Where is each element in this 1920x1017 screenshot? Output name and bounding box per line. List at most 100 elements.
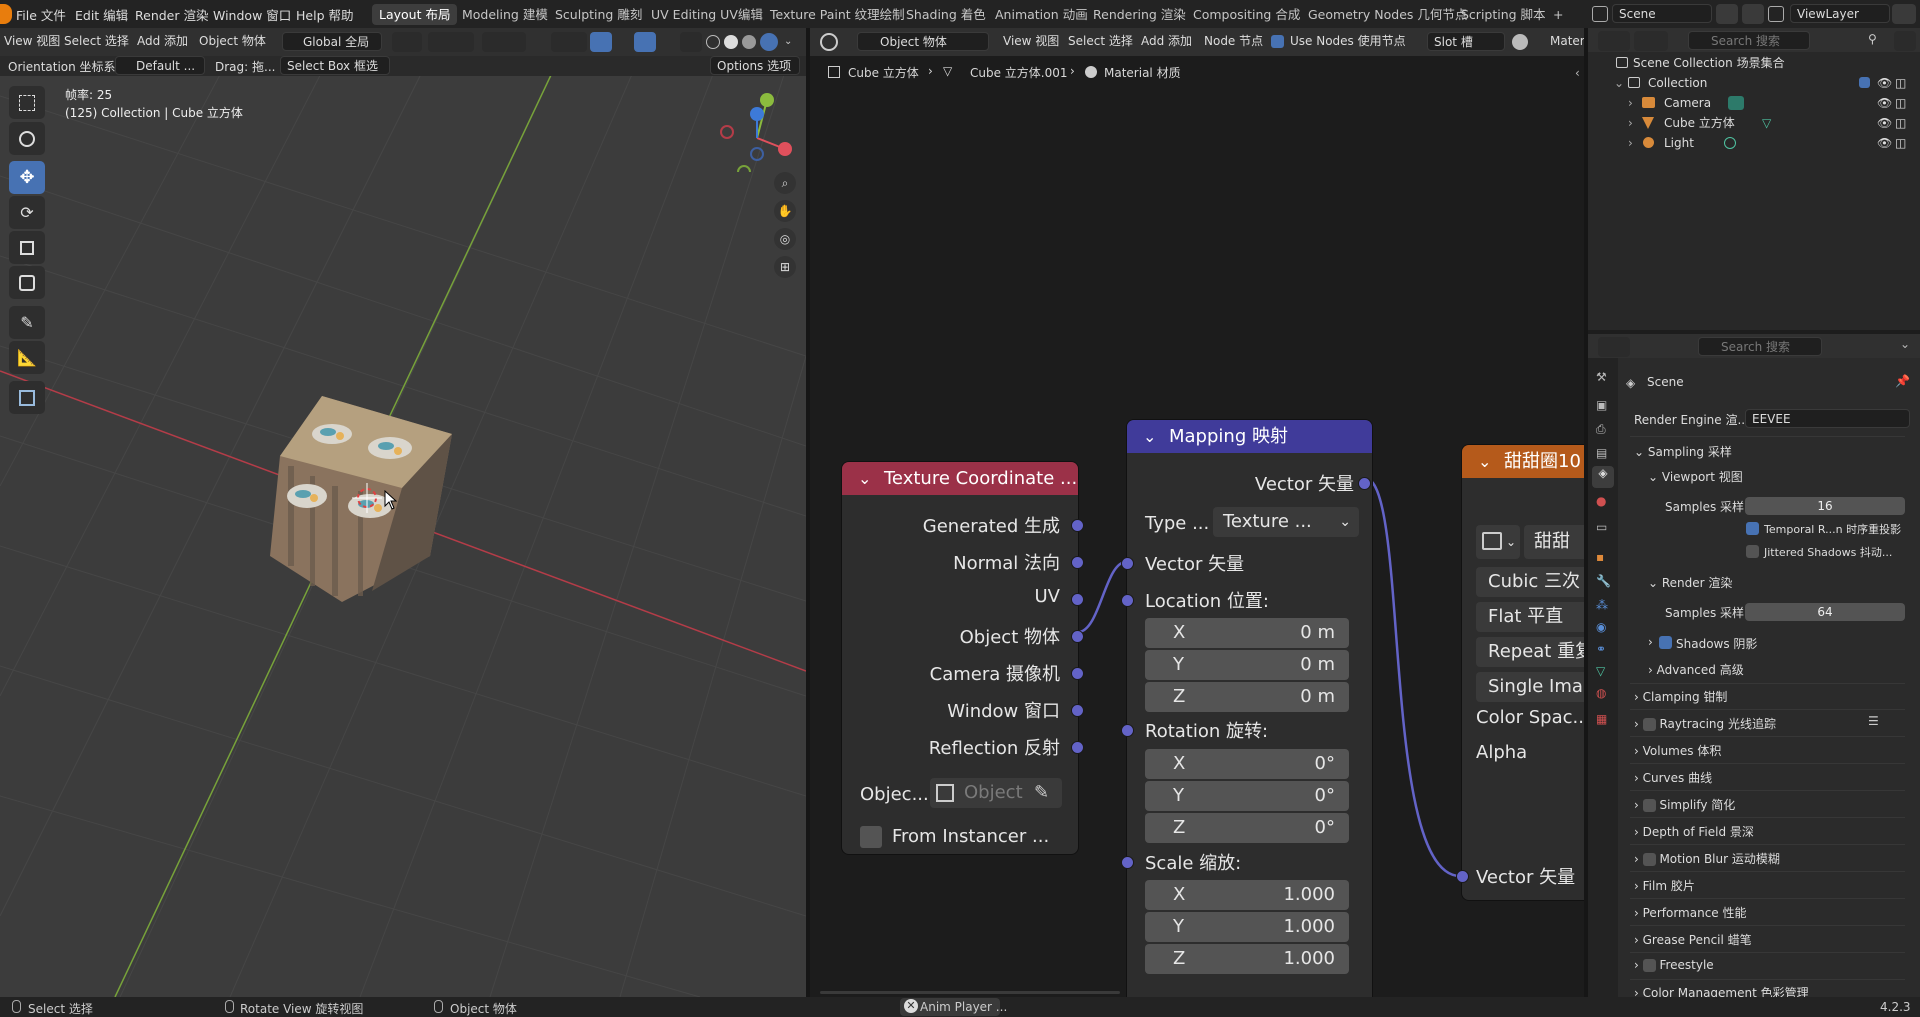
material-icon[interactable]: [1512, 34, 1528, 50]
editor-type-icon[interactable]: [820, 33, 838, 51]
object-tab-icon[interactable]: ▪: [1596, 550, 1604, 564]
menu-help[interactable]: Help 帮助: [296, 5, 353, 24]
panel-motion-blur[interactable]: › Motion Blur 运动模糊: [1634, 850, 1780, 867]
rotation-x-field[interactable]: X 0°: [1145, 749, 1349, 779]
tab-texture-paint[interactable]: Texture Paint 纹理绘制: [763, 4, 912, 25]
xray-icon[interactable]: [680, 32, 702, 52]
expand-chevron-icon[interactable]: ›: [1628, 113, 1633, 133]
texture-tab-icon[interactable]: ▦: [1596, 712, 1607, 726]
viewlayer-selector[interactable]: ViewLayer: [1790, 4, 1890, 23]
collapse-chevron-icon[interactable]: ⌄: [858, 462, 871, 495]
node-menu-select[interactable]: Select 选择: [1064, 31, 1137, 51]
transform-orientation-dropdown[interactable]: Global 全局: [282, 32, 382, 51]
slot-dropdown[interactable]: Slot 槽: [1427, 32, 1505, 51]
mesh-data-icon[interactable]: ▽: [1762, 113, 1771, 133]
outliner-editor-type-icon[interactable]: [1598, 31, 1630, 51]
constraints-tab-icon[interactable]: ⚭: [1596, 642, 1606, 656]
image-texture-header[interactable]: ⌄ 甜甜圈10: [1462, 445, 1584, 478]
add-cube-tool[interactable]: [9, 381, 45, 414]
scale-z-field[interactable]: Z 1.000: [1145, 944, 1349, 974]
zoom-icon[interactable]: ⌕: [774, 172, 796, 194]
outliner-row-cube[interactable]: › Cube 立方体 ▽ 👁 ◫: [1588, 113, 1920, 133]
delete-scene-icon[interactable]: [1742, 4, 1764, 24]
tab-uv-editing[interactable]: UV Editing UV编辑: [644, 4, 770, 25]
proportional-edit-icon[interactable]: [482, 32, 526, 52]
jittered-shadows-checkbox[interactable]: [1746, 545, 1759, 558]
wireframe-shading-icon[interactable]: [706, 35, 720, 49]
tab-sculpting[interactable]: Sculpting 雕刻: [548, 4, 649, 25]
scale-tool[interactable]: [9, 231, 45, 264]
new-collection-icon[interactable]: [1894, 31, 1916, 51]
pin-icon[interactable]: 📌: [1895, 374, 1910, 388]
expand-chevron-icon[interactable]: ›: [1628, 133, 1633, 153]
properties-options-icon[interactable]: ⌄: [1900, 337, 1910, 351]
material-tab-icon[interactable]: ◍: [1596, 686, 1606, 700]
outliner-row-light[interactable]: › Light 👁 ◫: [1588, 133, 1920, 153]
list-options-icon[interactable]: ☰: [1868, 714, 1879, 728]
display-mode-icon[interactable]: [1634, 31, 1668, 51]
image-texture-node[interactable]: ⌄ 甜甜圈10 ⌄ 甜甜 Cubic 三次 Flat 平直 Repeat 重复 …: [1456, 445, 1584, 900]
image-browse-button[interactable]: ⌄: [1476, 525, 1520, 559]
properties-search[interactable]: Search 搜索: [1698, 337, 1822, 356]
tab-compositing[interactable]: Compositing 合成: [1186, 4, 1307, 25]
from-instancer-checkbox[interactable]: [860, 826, 882, 848]
menu-edit[interactable]: Edit 编辑: [75, 5, 128, 24]
tab-rendering[interactable]: Rendering 渲染: [1086, 4, 1193, 25]
eye-icon[interactable]: 👁: [1877, 93, 1892, 113]
raytracing-checkbox[interactable]: [1642, 718, 1656, 731]
render-tab-icon[interactable]: ▣: [1596, 398, 1607, 412]
node-editor-scrollbar[interactable]: [820, 991, 1120, 994]
socket-camera[interactable]: [1071, 667, 1084, 680]
snap-icon[interactable]: [428, 32, 474, 52]
outliner-row-camera[interactable]: › Camera 👁 ◫: [1588, 93, 1920, 113]
overlay-toggle-icon[interactable]: [634, 32, 656, 52]
eye-icon[interactable]: 👁: [1877, 113, 1892, 133]
navigation-gizmo[interactable]: [712, 92, 802, 172]
visibility-icon[interactable]: [551, 32, 587, 52]
rotation-y-field[interactable]: Y 0°: [1145, 781, 1349, 811]
measure-tool[interactable]: 📐: [9, 341, 45, 374]
panel-curves[interactable]: › Curves 曲线: [1634, 769, 1712, 786]
outliner-row-scene-collection[interactable]: Scene Collection 场景集合: [1588, 53, 1920, 73]
panel-freestyle[interactable]: › Freestyle: [1634, 958, 1714, 972]
panel-depth-of-field[interactable]: › Depth of Field 景深: [1634, 823, 1754, 840]
panel-grease-pencil[interactable]: › Grease Pencil 蜡笔: [1634, 931, 1752, 948]
socket-vector-in[interactable]: [1121, 557, 1134, 570]
collection-tab-icon[interactable]: ▭: [1596, 520, 1607, 534]
pivot-point-icon[interactable]: [392, 32, 422, 52]
motion-blur-checkbox[interactable]: [1642, 853, 1656, 866]
physics-tab-icon[interactable]: ◉: [1596, 620, 1606, 634]
viewlayer-icon[interactable]: [1768, 6, 1784, 22]
3d-viewport[interactable]: ✥ ⟳ ✎ 📐 帧率: 25 (125) Collection | Cube 立…: [0, 56, 806, 997]
panel-simplify[interactable]: › Simplify 简化: [1634, 796, 1735, 813]
collection-exclude-checkbox[interactable]: [1859, 77, 1870, 88]
tab-animation[interactable]: Animation 动画: [988, 4, 1095, 25]
menu-window[interactable]: Window 窗口: [213, 5, 291, 24]
camera-render-icon[interactable]: ◫: [1895, 73, 1906, 93]
menu-render[interactable]: Render 渲染: [135, 5, 208, 24]
texture-coordinate-header[interactable]: ⌄ Texture Coordinate ...: [842, 462, 1078, 495]
type-dropdown[interactable]: Texture ... ⌄: [1213, 507, 1359, 537]
options-dropdown[interactable]: Options 选项: [710, 56, 800, 75]
camera-view-icon[interactable]: ◎: [774, 228, 796, 250]
tab-scripting[interactable]: Scripting 脚本: [1454, 4, 1553, 25]
advanced-subpanel[interactable]: › Advanced 高级: [1648, 661, 1744, 678]
shadows-checkbox[interactable]: [1659, 636, 1672, 649]
socket-mapping-vector-out[interactable]: [1358, 477, 1371, 490]
interpolation-dropdown[interactable]: Cubic 三次: [1476, 567, 1584, 597]
add-workspace-button[interactable]: +: [1546, 4, 1570, 25]
anim-player-button[interactable]: ✕ Anim Player ...: [900, 998, 1007, 1016]
scale-y-field[interactable]: Y 1.000: [1145, 912, 1349, 942]
camera-data-icon[interactable]: [1728, 96, 1744, 110]
location-y-field[interactable]: Y 0 m: [1145, 650, 1349, 680]
menu-file[interactable]: File 文件: [16, 5, 66, 24]
use-nodes-checkbox[interactable]: [1271, 35, 1284, 48]
camera-render-icon[interactable]: ◫: [1895, 133, 1906, 153]
panel-volumes[interactable]: › Volumes 体积: [1634, 742, 1721, 759]
scene-selector[interactable]: Scene: [1612, 4, 1712, 23]
expand-chevron-icon[interactable]: ⌄: [1614, 73, 1624, 93]
tool-tab-icon[interactable]: ⚒: [1596, 370, 1607, 384]
data-tab-icon[interactable]: ▽: [1596, 664, 1605, 678]
select-box-dropdown[interactable]: Select Box 框选: [280, 56, 390, 75]
tab-shading[interactable]: Shading 着色: [899, 4, 993, 25]
